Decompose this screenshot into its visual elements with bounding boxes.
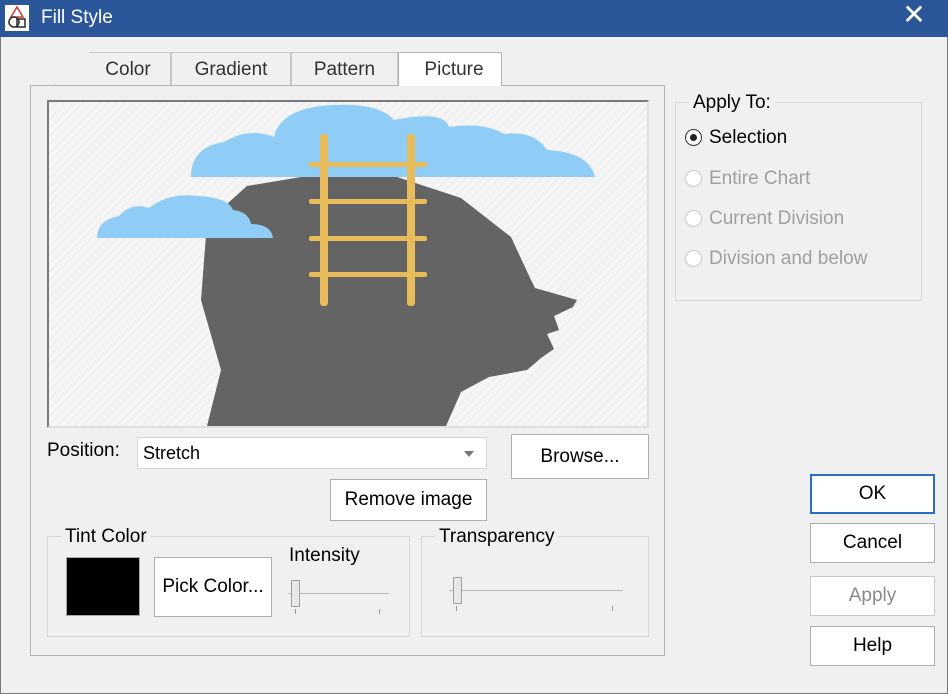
apply-to-group-label: Apply To: [689,92,775,114]
head-with-ladder-and-clouds [49,102,647,426]
position-select[interactable]: Stretch [137,437,487,469]
intensity-tick [379,609,380,614]
intensity-slider[interactable] [291,580,300,607]
radio-label: Current Division [709,208,845,229]
fill-style-app-icon [5,5,29,31]
remove-image-button[interactable]: Remove image [330,479,487,521]
transparency-group-label: Transparency [435,526,559,548]
tab-picture[interactable]: Picture [398,52,502,86]
window-title: Fill Style [41,7,113,28]
radio-label: Division and below [709,248,868,269]
radio-label: Selection [709,127,788,148]
intensity-tick [295,609,296,614]
ok-button[interactable]: OK [810,474,935,514]
tab-pattern[interactable]: Pattern [291,52,398,85]
radio-button[interactable] [685,250,702,267]
browse-button[interactable]: Browse... [511,434,649,479]
picture-preview [47,100,649,428]
chevron-down-icon [464,451,474,457]
position-label: Position: [47,440,120,461]
close-icon[interactable]: ✕ [890,0,938,32]
radio-label: Entire Chart [709,168,811,189]
cancel-button[interactable]: Cancel [810,523,935,563]
pick-color-button[interactable]: Pick Color... [154,557,272,617]
transparency-tick [456,606,457,611]
tint-color-swatch [66,557,140,616]
apply-button[interactable]: Apply [810,576,935,616]
position-value: Stretch [143,443,201,463]
tint-color-group-label: Tint Color [61,526,151,548]
transparency-slider[interactable] [453,577,462,604]
radio-button[interactable] [685,170,702,187]
title-bar: Fill Style ✕ [0,0,948,37]
transparency-slider-track [449,590,623,591]
intensity-label: Intensity [289,545,360,566]
help-button[interactable]: Help [810,626,935,666]
intensity-slider-track [288,593,389,594]
tab-gradient[interactable]: Gradient [171,52,291,85]
radio-button[interactable] [685,210,702,227]
transparency-tick [612,606,613,611]
tab-color[interactable]: Color [55,52,171,85]
radio-button[interactable] [685,129,702,146]
